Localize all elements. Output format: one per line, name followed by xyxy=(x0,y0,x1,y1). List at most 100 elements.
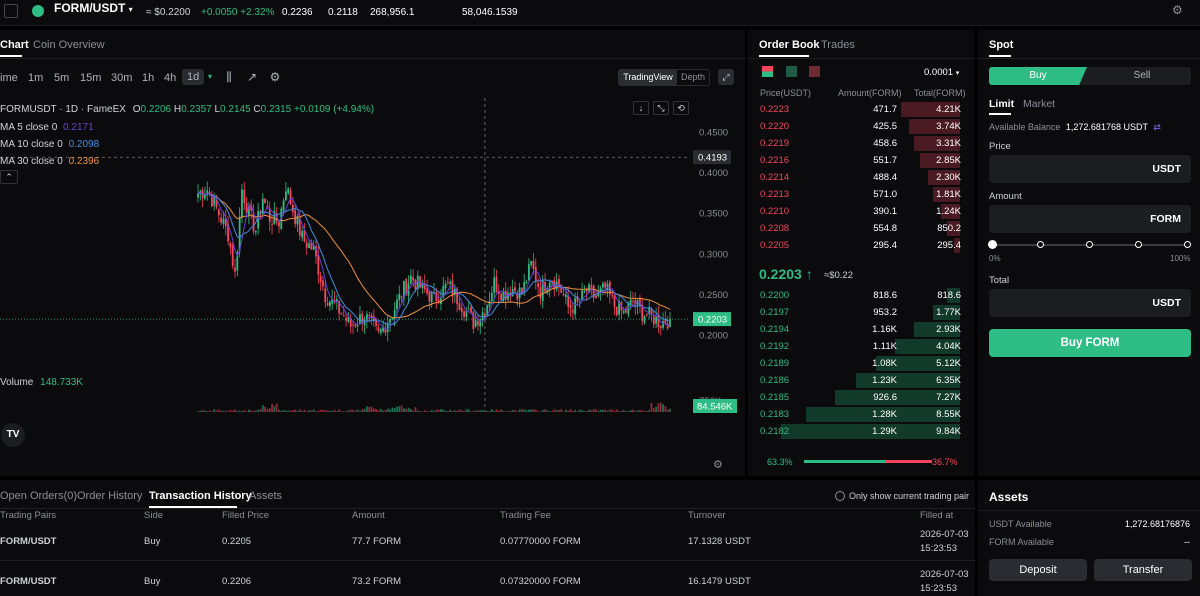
volume-bar xyxy=(458,409,461,412)
slider-stop-75[interactable] xyxy=(1135,241,1142,248)
volume-bar xyxy=(324,410,327,412)
timeframe-15m[interactable]: 15m xyxy=(80,72,101,84)
volume-bar xyxy=(264,406,266,412)
row-amount: 551.7 xyxy=(873,155,897,166)
slider-stop-25[interactable] xyxy=(1037,241,1044,248)
bid-row[interactable]: 0.2200 818.6 818.6 xyxy=(748,287,974,304)
volume-bar xyxy=(629,410,632,412)
volume-bar xyxy=(562,411,565,412)
timeframe-1h[interactable]: 1h xyxy=(142,72,154,84)
reset-chart-icon[interactable]: ⟲ xyxy=(673,101,689,115)
transfer-icon[interactable]: ⇄ xyxy=(1153,122,1161,132)
tab-limit[interactable]: Limit xyxy=(989,98,1014,110)
ask-row[interactable]: 0.2223 471.7 4.21K xyxy=(748,101,974,118)
bid-row[interactable]: 0.2182 1.29K 9.84K xyxy=(748,423,974,440)
fullscreen-icon[interactable]: ⤢ xyxy=(718,69,734,85)
tab-order-history[interactable]: Order History xyxy=(77,490,142,502)
collapse-legend-icon[interactable]: ⌃ xyxy=(0,170,18,184)
chart-settings-icon[interactable]: ⚙ xyxy=(268,70,282,84)
filter-pair-label[interactable]: Only show current trading pair xyxy=(849,491,969,501)
timeframe-4h[interactable]: 4h xyxy=(164,72,176,84)
bid-row[interactable]: 0.2192 1.11K 4.04K xyxy=(748,338,974,355)
bid-row[interactable]: 0.2185 926.6 7.27K xyxy=(748,389,974,406)
volume-bar xyxy=(456,410,459,412)
volume-bar xyxy=(396,406,398,412)
filter-pair-checkbox[interactable] xyxy=(835,491,845,501)
pair-selector[interactable]: FORM/USDT ▾ xyxy=(54,1,133,15)
legend-change: +0.0109 (+4.94%) xyxy=(294,104,375,115)
tab-coin-overview[interactable]: Coin Overview xyxy=(33,39,105,51)
menu-icon[interactable] xyxy=(4,4,18,18)
volume-bar xyxy=(437,409,440,412)
price-input[interactable]: USDT xyxy=(989,155,1191,183)
buy-side-button[interactable]: Buy xyxy=(989,67,1087,85)
bid-row[interactable]: 0.2194 1.16K 2.93K xyxy=(748,321,974,338)
price-chart[interactable]: 0.45000.40000.35000.30000.25000.2000750K… xyxy=(0,98,745,476)
tab-trades[interactable]: Trades xyxy=(821,39,855,51)
tab-spot[interactable]: Spot xyxy=(989,39,1013,51)
time-settings-icon[interactable]: ⚙ xyxy=(713,458,723,471)
candle-body xyxy=(254,230,257,233)
timeframe-5m[interactable]: 5m xyxy=(54,72,69,84)
book-bids-icon[interactable] xyxy=(786,66,797,77)
timeframe-30m[interactable]: 30m xyxy=(111,72,132,84)
row-pair[interactable]: FORM/USDT xyxy=(0,536,56,547)
tab-open-orders[interactable]: Open Orders(0) xyxy=(0,490,77,502)
buy-submit-button[interactable]: Buy FORM xyxy=(989,329,1191,357)
candle-body xyxy=(595,295,597,299)
ask-row[interactable]: 0.2208 554.8 850.2 xyxy=(748,220,974,237)
book-both-icon[interactable] xyxy=(762,66,773,77)
depth-toggle[interactable]: Depth xyxy=(677,70,709,85)
scroll-down-icon[interactable]: ↓ xyxy=(633,101,649,115)
settings-icon[interactable]: ⚙ xyxy=(1172,3,1183,17)
ask-row[interactable]: 0.2205 295.4 295.4 xyxy=(748,237,974,254)
precision-select[interactable]: 0.0001 ▾ xyxy=(924,67,959,78)
buy-submit-label: Buy FORM xyxy=(1060,337,1120,349)
ask-row[interactable]: 0.2214 488.4 2.30K xyxy=(748,169,974,186)
ask-row[interactable]: 0.2219 458.6 3.31K xyxy=(748,135,974,152)
volume-bar xyxy=(229,410,232,412)
price-tick-label: 0.2000 xyxy=(699,331,728,342)
deposit-button[interactable]: Deposit xyxy=(989,559,1087,581)
tab-assets[interactable]: Assets xyxy=(249,490,282,502)
ask-row[interactable]: 0.2216 551.7 2.85K xyxy=(748,152,974,169)
transfer-button[interactable]: Transfer xyxy=(1094,559,1192,581)
ask-row[interactable]: 0.2220 425.5 3.74K xyxy=(748,118,974,135)
candle-body xyxy=(578,301,581,303)
indicators-icon[interactable]: ↗ xyxy=(245,70,259,84)
mid-price-value: 0.2203 xyxy=(759,266,802,282)
amount-slider[interactable] xyxy=(988,240,1191,249)
tab-chart[interactable]: Chart xyxy=(0,39,29,51)
tab-market[interactable]: Market xyxy=(1023,98,1055,110)
total-input[interactable]: USDT xyxy=(989,289,1191,317)
collapse-icon[interactable]: ⤡ xyxy=(653,101,669,115)
volume-bar xyxy=(446,411,449,412)
candle-type-icon[interactable]: ⫼ xyxy=(222,70,236,84)
ask-row[interactable]: 0.2210 390.1 1.24K xyxy=(748,203,974,220)
slider-stop-50[interactable] xyxy=(1086,241,1093,248)
volume-bar xyxy=(312,409,315,412)
slider-knob-0[interactable] xyxy=(988,240,997,249)
sell-side-button[interactable]: Sell xyxy=(1093,67,1191,85)
amount-input[interactable]: FORM xyxy=(989,205,1191,233)
bid-row[interactable]: 0.2197 953.2 1.77K xyxy=(748,304,974,321)
volume-bar xyxy=(516,411,519,412)
book-asks-icon[interactable] xyxy=(809,66,820,77)
bid-row[interactable]: 0.2183 1.28K 8.55K xyxy=(748,406,974,423)
timeframe-1d[interactable]: 1d xyxy=(182,69,205,85)
chevron-down-icon[interactable]: ▾ xyxy=(208,72,212,81)
price-label: Price xyxy=(989,141,1011,152)
tab-order-book[interactable]: Order Book xyxy=(759,39,820,51)
volume-bar xyxy=(379,409,382,412)
bid-row[interactable]: 0.2189 1.08K 5.12K xyxy=(748,355,974,372)
row-pair[interactable]: FORM/USDT xyxy=(0,576,56,587)
volume-bar xyxy=(231,410,234,412)
slider-stop-100[interactable] xyxy=(1184,241,1191,248)
timeframe-1m[interactable]: 1m xyxy=(28,72,43,84)
tradingview-toggle[interactable]: TradingView xyxy=(619,70,677,85)
tab-transaction-history[interactable]: Transaction History xyxy=(149,490,252,502)
timeframe-time[interactable]: ime xyxy=(0,72,18,84)
bid-row[interactable]: 0.2186 1.23K 6.35K xyxy=(748,372,974,389)
ask-row[interactable]: 0.2213 571.0 1.81K xyxy=(748,186,974,203)
price-tick-label: 0.2500 xyxy=(699,290,728,301)
